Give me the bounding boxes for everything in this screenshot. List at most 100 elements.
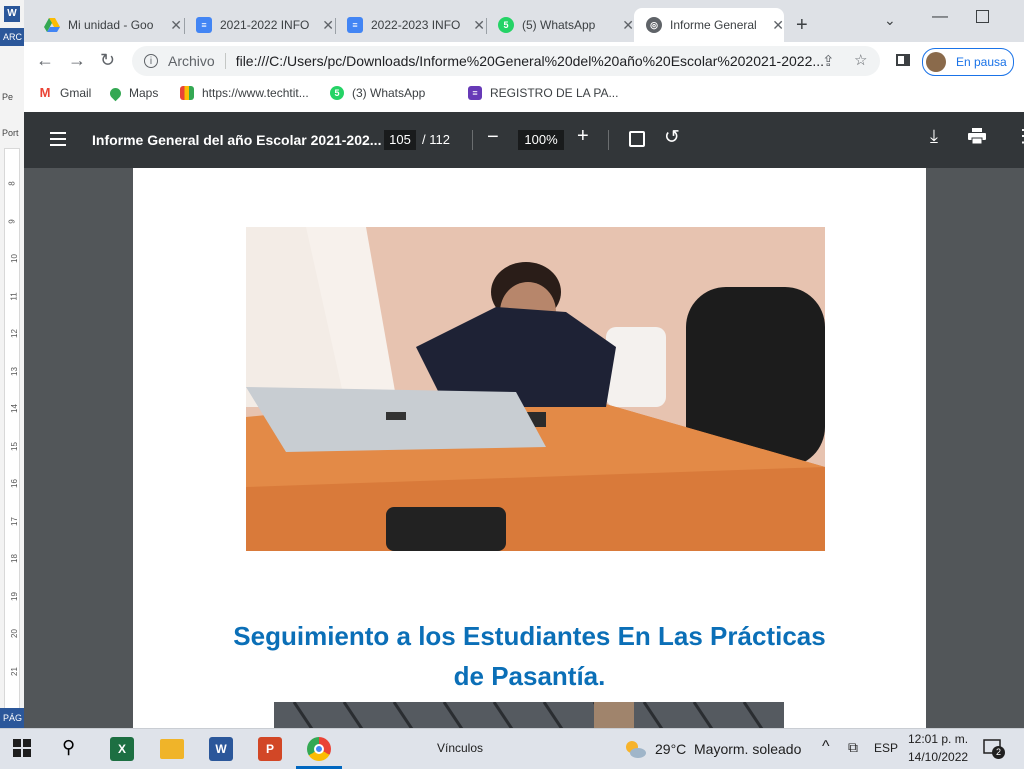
tab-whatsapp[interactable]: 5 (5) WhatsApp ✕: [486, 8, 634, 42]
page-number-input[interactable]: 105: [384, 130, 416, 150]
chevron-down-icon[interactable]: ⌄: [884, 12, 896, 29]
zoom-in-icon[interactable]: +: [577, 125, 589, 148]
bookmark-gmail[interactable]: M Gmail: [38, 85, 92, 101]
tab-informe-general[interactable]: ◎ Informe General ✕: [634, 8, 784, 42]
vertical-ruler: 8 9 10 11 12 13 14 15 16 17 18 19 20 21: [4, 148, 20, 710]
bookmark-label: (3) WhatsApp: [352, 86, 426, 100]
temperature[interactable]: 29°C: [655, 741, 686, 757]
word-app-icon: W: [4, 6, 20, 22]
bookmark-registro[interactable]: ≡ REGISTRO DE LA PA...: [468, 86, 618, 100]
ruler-number: 10: [9, 254, 19, 263]
bookmark-label: REGISTRO DE LA PA...: [490, 86, 619, 100]
page-total: / 112: [422, 132, 450, 147]
tab-label: Mi unidad - Goo: [68, 18, 154, 32]
bookmarks-bar: M Gmail Maps https://www.techtit... 5 (3…: [24, 80, 1024, 113]
bookmark-label: Gmail: [60, 86, 92, 100]
forms-icon: ≡: [468, 86, 482, 100]
ruler-number: 14: [9, 404, 19, 413]
download-icon[interactable]: ⤓: [930, 126, 938, 147]
word-icon[interactable]: W: [209, 737, 233, 761]
share-icon[interactable]: ⇪: [822, 52, 835, 70]
ruler-number: 9: [7, 218, 17, 224]
grid-icon: [180, 86, 194, 100]
avatar: [926, 52, 946, 72]
ruler-number: 16: [9, 479, 19, 488]
close-icon[interactable]: ✕: [772, 17, 784, 34]
forward-icon[interactable]: →: [68, 50, 86, 71]
excel-icon[interactable]: X: [110, 737, 134, 761]
close-icon[interactable]: ✕: [622, 17, 634, 34]
heading-line: Seguimiento a los Estudiantes En Las Prá…: [233, 621, 826, 651]
zoom-out-icon[interactable]: −: [487, 126, 499, 149]
notification-icon[interactable]: 2: [983, 739, 1005, 759]
close-icon[interactable]: ✕: [473, 17, 485, 34]
notification-badge: 2: [992, 746, 1005, 759]
globe-icon: ◎: [646, 17, 662, 33]
close-icon[interactable]: ✕: [322, 17, 334, 34]
fit-page-icon[interactable]: [629, 131, 645, 147]
tab-label: 2021-2022 INFO: [220, 18, 310, 32]
ruler-number: 8: [7, 181, 17, 186]
heading-line: de Pasantía.: [453, 661, 606, 691]
print-icon[interactable]: [968, 128, 986, 145]
star-icon[interactable]: ☆: [854, 51, 867, 69]
tab-doc-2021[interactable]: ≡ 2021-2022 INFO ✕: [184, 8, 334, 42]
bookmark-label: Maps: [129, 86, 159, 100]
bookmark-label: https://www.techtit...: [202, 86, 309, 100]
pdf-title: Informe General del año Escolar 2021-202…: [92, 132, 382, 148]
tab-label: (5) WhatsApp: [522, 18, 596, 32]
rotate-icon[interactable]: ↺: [664, 126, 680, 149]
new-tab-icon[interactable]: +: [796, 14, 808, 37]
whatsapp-icon: 5: [330, 86, 344, 100]
bookmark-maps[interactable]: Maps: [107, 85, 159, 101]
pdf-page: Seguimiento a los Estudiantes En Las Prá…: [133, 168, 926, 728]
menu-icon[interactable]: [50, 132, 66, 146]
chevron-up-icon[interactable]: ^: [822, 738, 830, 756]
close-icon[interactable]: ✕: [170, 17, 182, 34]
section-heading: Seguimiento a los Estudiantes En Las Prá…: [133, 616, 926, 696]
weather-text[interactable]: Mayorm. soleado: [694, 741, 801, 757]
ruler-number: 11: [9, 291, 19, 301]
language-indicator[interactable]: ESP: [874, 741, 898, 755]
word-window-edge: W ARC Pe Port 8 9 10 11 12 13 14 15 16 17 18 19 20 21…: [0, 0, 25, 728]
ruler-number: 20: [9, 629, 19, 638]
google-drive-icon: [44, 17, 60, 33]
links-toolbar[interactable]: Vínculos: [437, 741, 483, 755]
windows-start-icon[interactable]: [13, 739, 31, 757]
tab-drive[interactable]: Mi unidad - Goo ✕: [32, 8, 182, 42]
ruler-number: 13: [9, 366, 19, 376]
chrome-icon[interactable]: [307, 737, 331, 761]
minimize-icon[interactable]: —: [932, 8, 948, 26]
info-icon[interactable]: i: [144, 54, 158, 68]
file-explorer-icon[interactable]: [160, 739, 184, 759]
url-text[interactable]: file:///C:/Users/pc/Downloads/Informe%20…: [236, 53, 826, 69]
ruler-number: 18: [9, 554, 19, 563]
browser-window: Mi unidad - Goo ✕ ≡ 2021-2022 INFO ✕ ≡ 2…: [24, 0, 1024, 113]
reload-icon[interactable]: ↻: [100, 50, 115, 71]
taskbar: ⚲ X W P Vínculos 29°C Mayorm. soleado ^ …: [0, 728, 1024, 769]
weather-sun-cloud-icon[interactable]: [624, 739, 646, 759]
word-status-page: PÁG: [0, 708, 24, 728]
back-icon[interactable]: ←: [36, 50, 54, 71]
clock-time[interactable]: 12:01 p. m.: [908, 732, 968, 746]
ruler-number: 21: [9, 666, 19, 676]
word-side-text: Pe: [2, 92, 14, 102]
ruler-number: 12: [9, 329, 19, 338]
address-bar[interactable]: i Archivo file:///C:/Users/pc/Downloads/…: [132, 46, 880, 76]
word-ribbon-tab[interactable]: ARC: [0, 28, 24, 46]
search-icon[interactable]: ⚲: [62, 737, 86, 761]
side-panel-icon[interactable]: [896, 54, 910, 66]
pdf-viewer[interactable]: Seguimiento a los Estudiantes En Las Prá…: [24, 168, 1024, 728]
address-scheme: Archivo: [168, 53, 215, 69]
powerpoint-icon[interactable]: P: [258, 737, 282, 761]
zoom-input[interactable]: 100%: [518, 130, 564, 150]
bookmark-techtit[interactable]: https://www.techtit...: [180, 86, 309, 100]
maximize-icon[interactable]: [976, 10, 989, 23]
tab-doc-2022[interactable]: ≡ 2022-2023 INFO ✕: [335, 8, 485, 42]
clock-date[interactable]: 14/10/2022: [908, 750, 968, 764]
profile-button[interactable]: En pausa: [922, 48, 1014, 76]
bookmark-whatsapp[interactable]: 5 (3) WhatsApp: [330, 86, 425, 100]
meet-now-icon[interactable]: ⧉: [848, 739, 858, 756]
more-options-icon[interactable]: ⋮: [1014, 126, 1024, 147]
gmail-icon: M: [39, 85, 51, 100]
